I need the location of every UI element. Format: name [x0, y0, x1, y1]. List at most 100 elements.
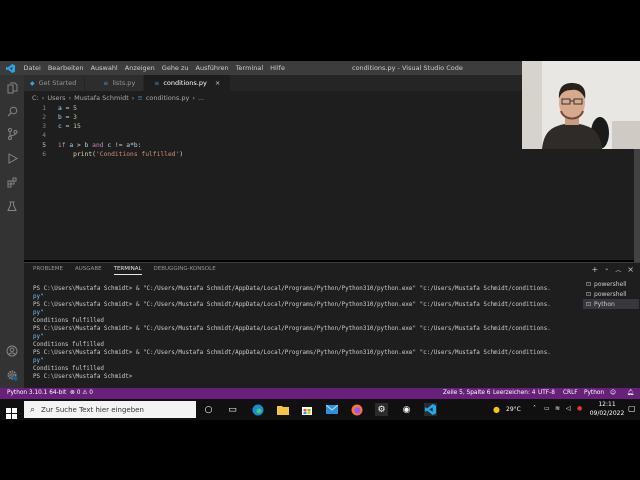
line-number: 3	[42, 123, 46, 130]
close-icon[interactable]: ×	[215, 79, 220, 87]
menu-terminal[interactable]: Terminal	[232, 64, 266, 72]
cursor-position[interactable]: Zeile 5, Spalte 6	[443, 390, 490, 396]
task-view-icon[interactable]: ○	[202, 403, 215, 416]
breadcrumb-item[interactable]: conditions.py	[146, 94, 189, 102]
terminal-item-powershell[interactable]: ⊡ powershell	[583, 289, 639, 299]
tab-get-started[interactable]: ◆ Get Started	[24, 75, 86, 91]
breadcrumb-item[interactable]: Mustafa Schmidt	[74, 94, 129, 102]
terminal-line: PS C:\Users\Mustafa Schmidt> & "C:/Users…	[33, 326, 551, 332]
battery-icon[interactable]: ▭	[544, 405, 550, 412]
menu-auswahl[interactable]: Auswahl	[87, 64, 121, 72]
volume-icon[interactable]: ◁	[566, 405, 571, 412]
add-terminal-icon[interactable]: +	[592, 265, 599, 274]
github-icon[interactable]: ◉	[400, 403, 413, 416]
line-number: 1	[42, 105, 46, 112]
terminal-line: py"	[33, 334, 44, 340]
firefox-icon[interactable]	[350, 403, 363, 416]
taskbar-search-input[interactable]: ⌕ Zur Suche Text hier eingeben	[24, 401, 196, 418]
problems-indicator[interactable]: ⊗ 0 ⚠ 0	[70, 390, 93, 396]
menu-bearbeiten[interactable]: Bearbeiten	[44, 64, 87, 72]
tab-ausgabe[interactable]: AUSGABE	[75, 266, 102, 275]
terminal-line: py"	[33, 310, 44, 316]
search-icon[interactable]	[5, 104, 19, 118]
feedback-icon[interactable]: ☺	[610, 390, 616, 396]
terminal-output[interactable]: PS C:\Users\Mustafa Schmidt> & "C:/Users…	[33, 285, 563, 381]
python-interpreter[interactable]: Python 3.10.1 64-bit	[7, 390, 66, 396]
panel-actions: + ⌄ ︿ ×	[592, 265, 634, 274]
menu-hilfe[interactable]: Hilfe	[267, 64, 289, 72]
clock-date[interactable]: 09/02/2022	[587, 410, 627, 417]
warning-count: 0	[89, 390, 93, 396]
error-icon: ⊗	[70, 390, 75, 396]
testing-icon[interactable]	[5, 199, 19, 213]
terminal-item-python[interactable]: ⊡ Python	[583, 299, 639, 309]
widgets-icon[interactable]: ▭	[226, 403, 239, 416]
webcam-overlay	[522, 61, 640, 149]
chevron-right-icon: ›	[68, 93, 72, 102]
indentation[interactable]: Leerzeichen: 4	[493, 390, 535, 396]
store-icon[interactable]	[300, 403, 313, 416]
bell-icon[interactable]: 🔔︎	[627, 390, 634, 396]
code-text: print('Conditions fulfilled')	[73, 151, 184, 158]
panel-tabs: PROBLEME AUSGABE TERMINAL DEBUGGING-KONS…	[33, 266, 228, 275]
extensions-icon[interactable]	[5, 175, 19, 189]
menu-anzeigen[interactable]: Anzeigen	[121, 64, 158, 72]
close-panel-icon[interactable]: ×	[627, 265, 634, 274]
taskbar: ⌕ Zur Suche Text hier eingeben ○ ▭ ⚙ ◉ ●…	[0, 399, 640, 420]
weather-sun-icon: ●	[493, 405, 500, 414]
explorer-icon[interactable]	[5, 81, 19, 95]
tab-conditions-py[interactable]: ≡ conditions.py ×	[144, 75, 232, 91]
line-ending[interactable]: CRLF	[563, 390, 578, 396]
tab-debugging-konsole[interactable]: DEBUGGING-KONSOLE	[154, 266, 216, 275]
tab-label: conditions.py	[163, 79, 207, 87]
terminal-list: ⊡ powershell ⊡ powershell ⊡ Python	[583, 279, 639, 309]
status-bar: Python 3.10.1 64-bit ⊗ 0 ⚠ 0 Zeile 5, Sp…	[0, 388, 640, 399]
account-icon[interactable]	[5, 344, 19, 358]
run-debug-icon[interactable]	[5, 151, 19, 165]
source-control-icon[interactable]	[5, 127, 19, 141]
terminal-item-powershell[interactable]: ⊡ powershell	[583, 279, 639, 289]
bottom-panel: PROBLEME AUSGABE TERMINAL DEBUGGING-KONS…	[24, 262, 640, 389]
terminal-line: PS C:\Users\Mustafa Schmidt> & "C:/Users…	[33, 302, 551, 308]
breadcrumb-item[interactable]: ...	[198, 94, 204, 102]
tab-lists-py[interactable]: ≡ lists.py	[85, 75, 145, 91]
edge-browser-icon[interactable]	[251, 403, 264, 416]
notification-center-icon[interactable]: ▢	[628, 404, 636, 413]
terminal-line: Conditions fulfilled	[33, 366, 104, 372]
clock-time[interactable]: 12:11	[587, 401, 627, 408]
notification-badge-icon[interactable]: ●	[577, 405, 582, 412]
menu-datei[interactable]: Datei	[20, 64, 44, 72]
language-mode[interactable]: Python	[584, 390, 604, 396]
window-title: conditions.py - Visual Studio Code	[352, 64, 463, 72]
line-number: 4	[42, 132, 46, 139]
code-line: 6 print('Conditions fulfilled')	[24, 150, 183, 159]
terminal-line: PS C:\Users\Mustafa Schmidt> & "C:/Users…	[33, 350, 551, 356]
terminal-line: PS C:\Users\Mustafa Schmidt> & "C:/Users…	[33, 286, 551, 292]
warning-icon: ⚠	[82, 390, 88, 396]
chevron-down-icon[interactable]: ⌄	[604, 265, 609, 274]
encoding[interactable]: UTF-8	[538, 390, 555, 396]
chevron-up-icon[interactable]: ˄	[533, 405, 536, 412]
settings-gear-icon[interactable]	[5, 368, 19, 382]
maximize-panel-icon[interactable]: ︿	[615, 265, 621, 274]
settings-gear-icon[interactable]: ⚙	[375, 403, 388, 416]
tab-label: Get Started	[38, 79, 77, 87]
weather-temperature[interactable]: 29°C	[506, 406, 521, 413]
mail-icon[interactable]	[325, 403, 338, 416]
terminal-label: powershell	[594, 280, 627, 288]
vscode-icon[interactable]	[424, 403, 437, 416]
breadcrumb-item[interactable]: C:	[32, 94, 39, 102]
breadcrumb-item[interactable]: Users	[47, 94, 65, 102]
tab-probleme[interactable]: PROBLEME	[33, 266, 63, 275]
activity-bar	[0, 75, 24, 388]
tab-terminal[interactable]: TERMINAL	[113, 266, 142, 275]
chevron-right-icon: ›	[131, 93, 135, 102]
wifi-icon[interactable]: ≋	[555, 405, 560, 412]
menu-ausfuehren[interactable]: Ausführen	[192, 64, 232, 72]
file-explorer-icon[interactable]	[276, 403, 289, 416]
webcam-person-image	[522, 61, 640, 149]
vscode-logo-icon[interactable]	[0, 63, 20, 73]
chevron-right-icon: ›	[41, 93, 45, 102]
windows-start-icon[interactable]	[6, 404, 17, 419]
menu-gehe-zu[interactable]: Gehe zu	[158, 64, 192, 72]
